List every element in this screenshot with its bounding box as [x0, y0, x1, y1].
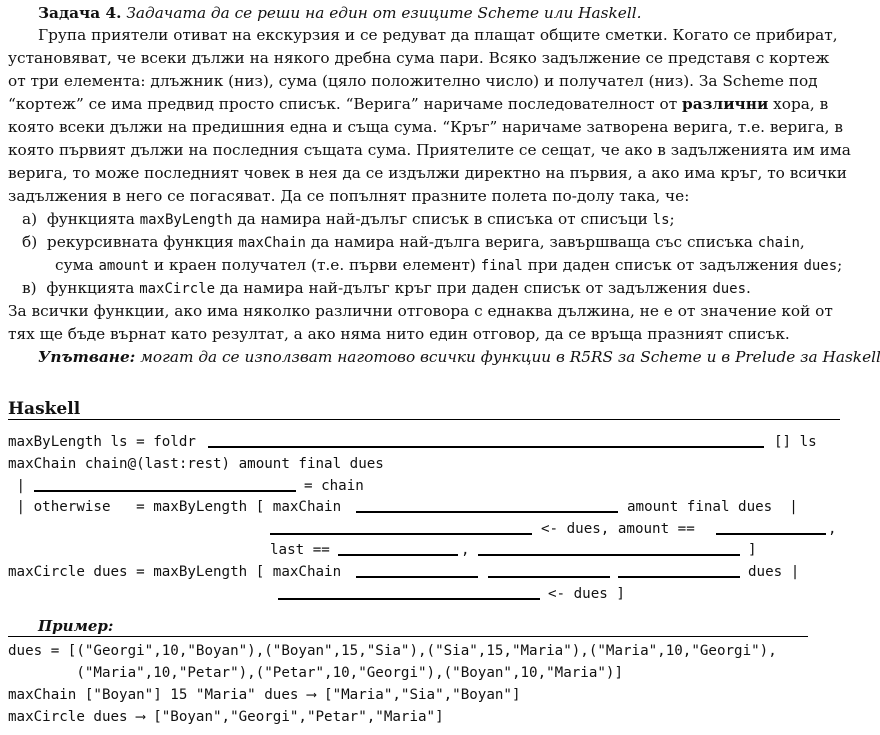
code-line-5a: <- dues, amount == — [541, 521, 695, 537]
example-line-1: dues = [("Georgi",10,"Boyan"),("Boyan",1… — [8, 643, 777, 659]
blank-6[interactable] — [338, 554, 458, 556]
section-rule — [8, 419, 840, 420]
code-line-2: maxChain chain@(last:rest) amount final … — [8, 456, 384, 472]
blank-10[interactable] — [618, 576, 740, 578]
code-line-7a: maxCircle dues = maxByLength [ maxChain — [8, 564, 342, 580]
intro-line-1: Група приятели отиват на екскурзия и се … — [38, 26, 838, 44]
hint-text: могат да се използват наготово всички фу… — [135, 348, 880, 366]
item-b-cont: сума amount и краен получател (т.е. първ… — [55, 256, 843, 274]
blank-8[interactable] — [356, 576, 478, 578]
emphasis-different: различни — [682, 95, 769, 113]
blank-1[interactable] — [208, 446, 764, 448]
code-line-4b: amount final dues | — [627, 499, 798, 515]
blank-11[interactable] — [278, 598, 540, 600]
item-c: в) функцията maxCircle да намира най-дъл… — [22, 279, 751, 297]
intro-line-3: от три елемента: длъжник (низ), сума (ця… — [8, 72, 818, 90]
code-line-6c: ] — [748, 542, 757, 558]
blank-2[interactable] — [34, 490, 296, 492]
code-line-1b: [] ls — [774, 434, 817, 450]
hint-label: Упътване: — [38, 348, 136, 366]
code-line-3b: = chain — [304, 478, 364, 494]
intro-line-6: която първият дължи на последния същата … — [8, 141, 851, 159]
task-label: Задача 4. — [38, 4, 122, 22]
example-line-2: ("Maria",10,"Petar"),("Petar",10,"Georgi… — [8, 665, 623, 681]
example-title: Пример: — [38, 617, 114, 635]
item-b: б) рекурсивната функция maxChain да нами… — [22, 233, 805, 251]
blank-9[interactable] — [488, 576, 610, 578]
blank-5[interactable] — [716, 533, 826, 535]
outro-line-2: тях ще бъде върнат като резултат, а ако … — [8, 325, 790, 343]
code-line-4a: | otherwise = maxByLength [ maxChain — [8, 499, 342, 515]
blank-4[interactable] — [270, 533, 532, 535]
code-line-3a: | — [8, 478, 26, 494]
example-line-3: maxChain ["Boyan"] 15 "Maria" dues ⟶ ["M… — [8, 687, 521, 703]
example-rule — [8, 636, 808, 637]
blank-3[interactable] — [356, 511, 618, 513]
hint: Упътване: могат да се използват наготово… — [38, 346, 880, 368]
item-a: а) функцията maxByLength да намира най-д… — [22, 210, 675, 228]
intro-line-4: “кортеж” се има предвид просто списък. “… — [8, 95, 829, 113]
outro-line-1: За всички функции, ако има няколко разли… — [8, 302, 833, 320]
task-header: Задача 4. Задачата да се реши на един от… — [38, 2, 641, 24]
task-subtitle: Задачата да се реши на един от езиците S… — [126, 4, 642, 22]
code-line-8a: <- dues ] — [548, 586, 625, 602]
code-line-1a: maxByLength ls = foldr — [8, 434, 196, 450]
intro-line-7: верига, то може последният човек в нея д… — [8, 164, 847, 182]
code-line-5b: , — [828, 521, 837, 537]
intro-line-2: установяват, че всеки дължи на някого др… — [8, 49, 830, 67]
intro-line-8: задължения в него се погасяват. Да се по… — [8, 187, 690, 205]
intro-line-5: която всеки дължи на предишния една и съ… — [8, 118, 844, 136]
blank-7[interactable] — [478, 554, 740, 556]
example-line-4: maxCircle dues ⟶ ["Boyan","Georgi","Peta… — [8, 709, 444, 725]
code-line-6b: , — [461, 542, 470, 558]
section-title-haskell: Haskell — [8, 399, 81, 419]
code-line-7b: dues | — [748, 564, 800, 580]
code-line-6a: last == — [270, 542, 330, 558]
